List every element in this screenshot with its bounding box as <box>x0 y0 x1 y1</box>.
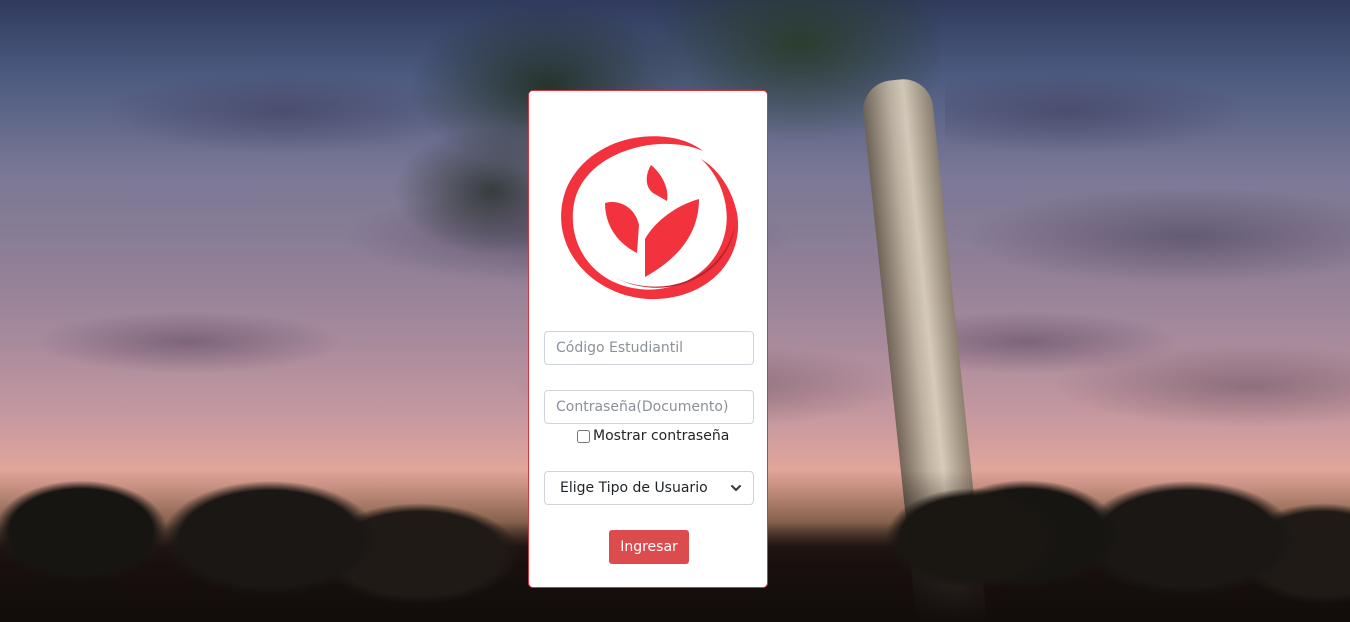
logo-leaf-left <box>605 201 639 253</box>
university-logo-icon <box>561 136 739 300</box>
student-code-input[interactable] <box>544 331 754 365</box>
logo-leaf-right <box>645 199 699 277</box>
user-type-select[interactable]: Elige Tipo de Usuario <box>544 471 754 505</box>
password-input[interactable] <box>544 390 754 424</box>
chevron-down-icon <box>731 485 741 491</box>
logo-leaf-top <box>646 165 668 201</box>
show-password-label: Mostrar contraseña <box>593 428 730 444</box>
show-password-checkbox[interactable] <box>577 429 590 443</box>
login-submit-button[interactable]: Ingresar <box>609 530 689 564</box>
login-card: Mostrar contraseña Elige Tipo de Usuario… <box>528 90 768 588</box>
logo-ring-front <box>561 136 739 300</box>
show-password-toggle[interactable]: Mostrar contraseña <box>577 426 729 446</box>
user-type-selected-value: Elige Tipo de Usuario <box>560 480 708 496</box>
